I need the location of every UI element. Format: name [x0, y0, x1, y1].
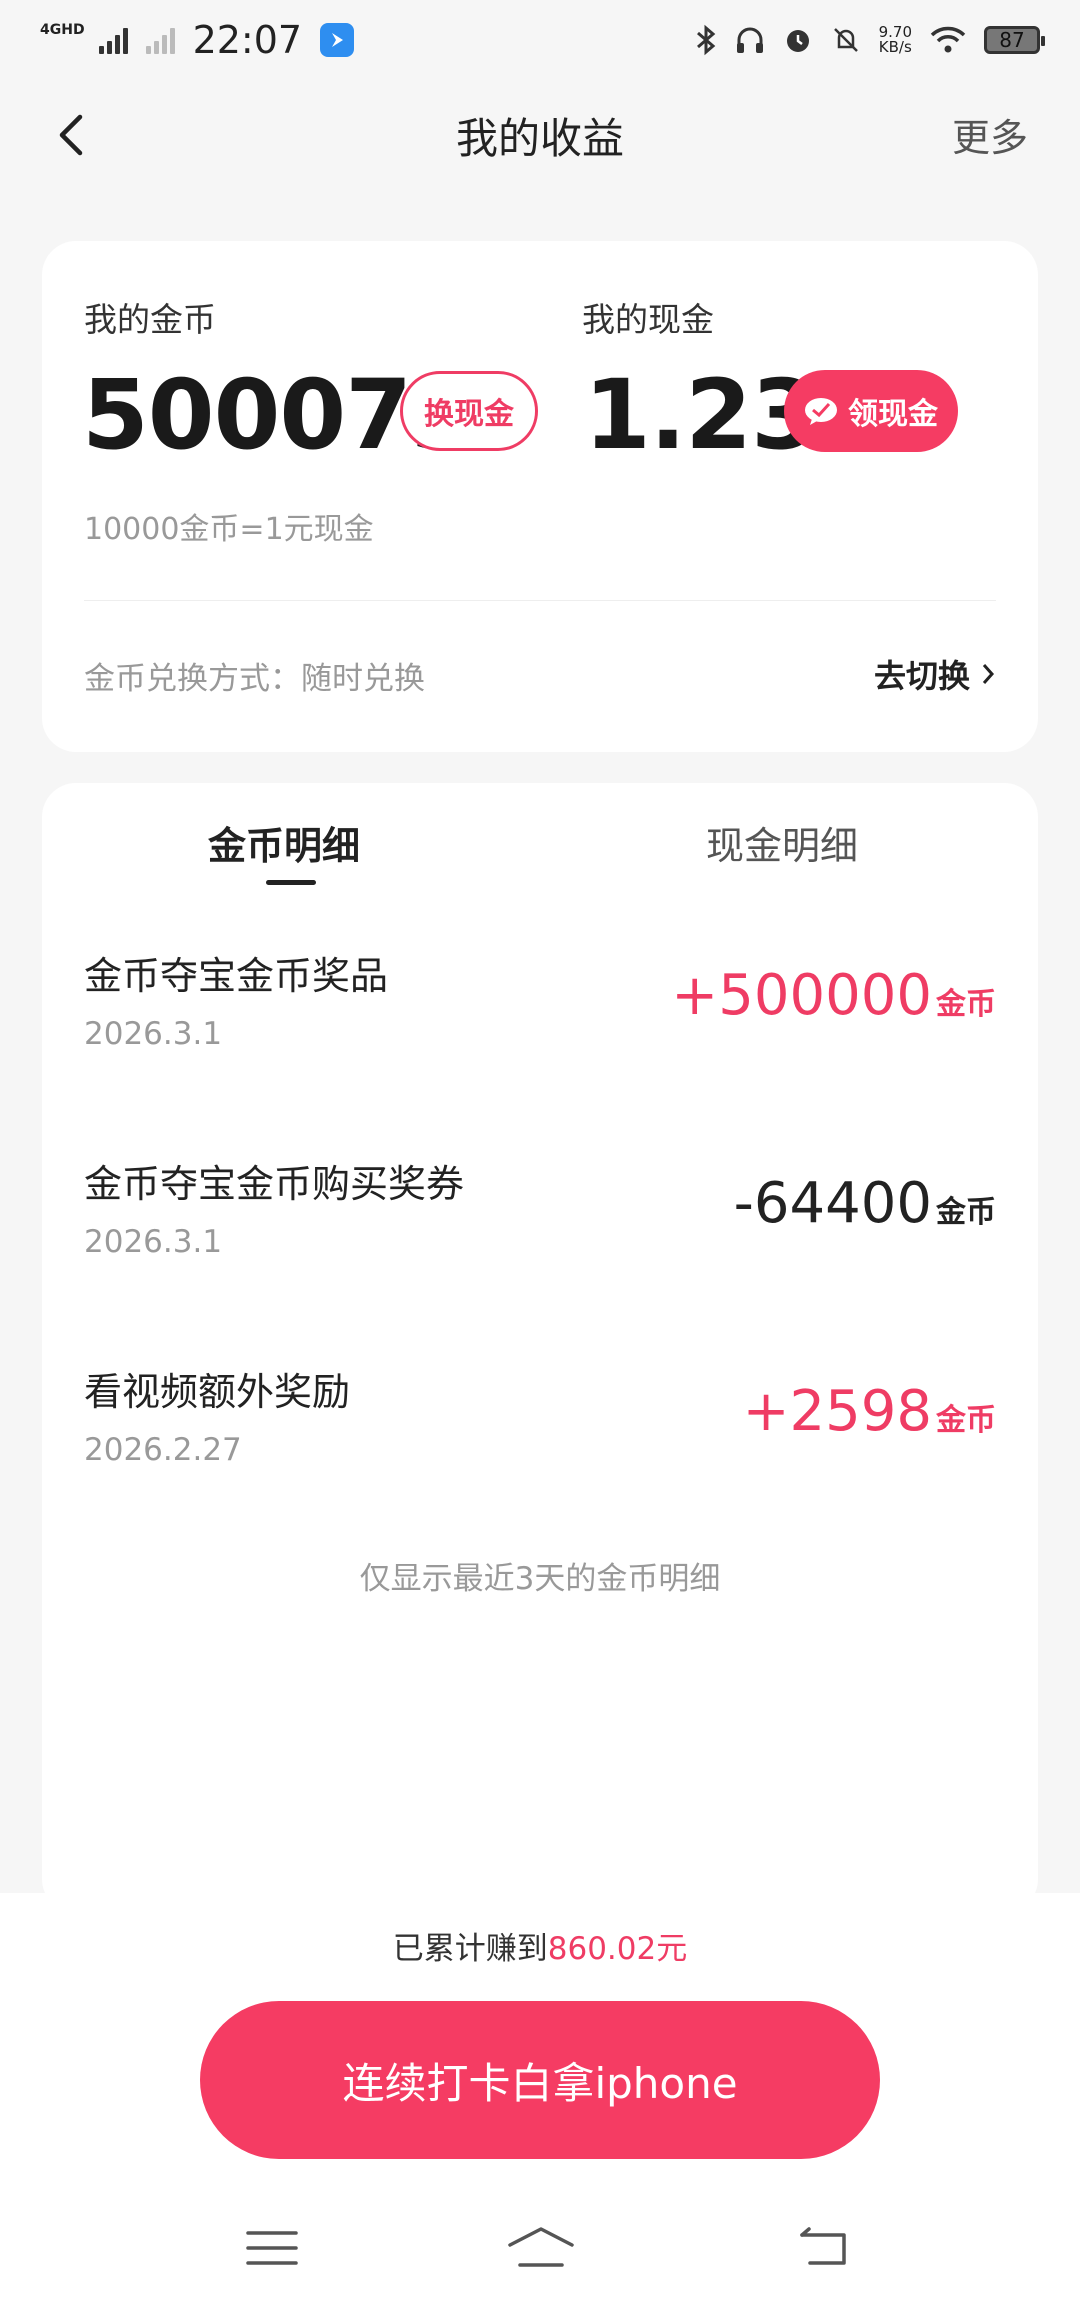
home-icon[interactable] — [506, 2223, 576, 2273]
summary-divider — [84, 600, 996, 601]
clock: 22:07 — [192, 18, 303, 62]
bottom-panel: 已累计赚到860.02元 连续打卡白拿iphone — [0, 1893, 1080, 2316]
bluetooth-icon — [696, 24, 715, 56]
cash-label: 我的现金 — [582, 300, 714, 339]
record-title: 金币夺宝金币购买奖券 — [84, 1162, 465, 1206]
tab-coin-details[interactable]: 金币明细 — [208, 815, 360, 870]
network-speed: 9.70 KB/s — [878, 23, 912, 56]
signal-2-icon — [145, 26, 175, 54]
withdraw-cash-button[interactable]: 领现金 — [784, 370, 958, 452]
record-title: 看视频额外奖励 — [84, 1370, 351, 1414]
exchange-cash-button[interactable]: 换现金 — [400, 371, 538, 451]
cash-value: 1.23 — [584, 359, 818, 471]
record-amount: +2598 金币 — [742, 1379, 996, 1444]
nav-bar: 我的收益 更多 — [0, 95, 1080, 175]
battery-icon: 87 — [984, 26, 1045, 54]
record-date: 2026.3.1 — [84, 1016, 223, 1052]
record-date: 2026.3.1 — [84, 1224, 223, 1260]
record-title: 金币夺宝金币奖品 — [84, 954, 389, 998]
exchange-rate: 10000金币=1元现金 — [84, 512, 374, 547]
total-earned: 已累计赚到860.02元 — [392, 1931, 688, 1967]
details-card: 金币明细 现金明细 金币夺宝金币奖品 2026.3.1 +500000 金币 金币… — [42, 783, 1038, 1913]
chevron-right-icon — [982, 664, 995, 684]
page-title: 我的收益 — [455, 114, 624, 163]
record-amount: +500000 金币 — [671, 963, 996, 1028]
checkin-cta-button[interactable]: 连续打卡白拿iphone — [200, 2001, 880, 2159]
status-bar: 4GHD 22:07 9.70 KB/s 87 — [0, 0, 1080, 80]
active-tab-indicator — [266, 880, 316, 885]
tab-cash-details[interactable]: 现金明细 — [706, 815, 858, 870]
record-amount: -64400 金币 — [733, 1171, 996, 1236]
earnings-page: 4GHD 22:07 9.70 KB/s 87 我的收益 更多 我的金币 500… — [0, 0, 1080, 2316]
records-note: 仅显示最近3天的金币明细 — [359, 1561, 721, 1597]
mute-icon — [833, 28, 858, 52]
headphones-icon — [736, 27, 763, 53]
wechat-icon — [805, 398, 837, 425]
alarm-icon — [786, 30, 809, 52]
exchange-mode: 金币兑换方式：随时兑换 — [84, 661, 425, 697]
menu-icon[interactable] — [242, 2223, 302, 2273]
app-notification-icon — [320, 23, 355, 57]
record-date: 2026.2.27 — [84, 1432, 242, 1468]
switch-mode-link[interactable]: 去切换 — [874, 651, 996, 697]
coins-label: 我的金币 — [84, 300, 216, 339]
wifi-icon — [930, 26, 966, 53]
earnings-summary-card: 我的金币 500073 换现金 我的现金 1.23 领现金 10000金币=1元… — [42, 241, 1038, 752]
network-type: 4GHD — [40, 22, 85, 38]
signal-icon — [98, 26, 128, 54]
more-button[interactable]: 更多 — [952, 107, 1028, 162]
back-nav-icon[interactable] — [796, 2223, 856, 2273]
